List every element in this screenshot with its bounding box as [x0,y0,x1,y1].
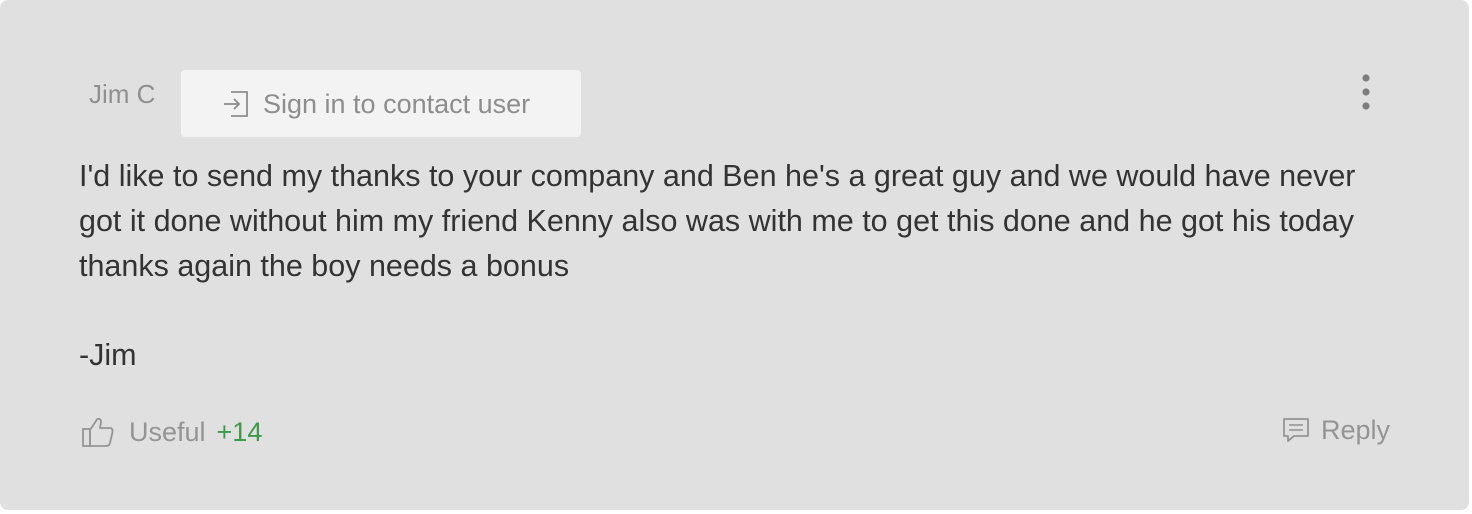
review-card: Jim C Sign in to contact user I'd like t… [0,0,1469,510]
useful-button[interactable]: Useful +14 [81,412,262,452]
sign-in-to-contact-label: Sign in to contact user [263,88,531,119]
reply-label: Reply [1321,414,1391,445]
reply-button[interactable]: Reply [1282,410,1390,450]
comment-icon [1283,418,1309,442]
sign-in-to-contact-button[interactable]: Sign in to contact user [181,70,581,137]
thumbs-up-icon [82,417,114,447]
sign-in-icon [224,90,248,117]
useful-label: Useful [129,416,206,447]
more-vertical-icon [1362,74,1370,110]
useful-count: +14 [216,416,263,447]
more-options-button[interactable] [1350,72,1382,114]
author-name: Jim C [89,79,156,109]
review-signature: -Jim [79,338,137,372]
review-body: I'd like to send my thanks to your compa… [79,159,1356,283]
